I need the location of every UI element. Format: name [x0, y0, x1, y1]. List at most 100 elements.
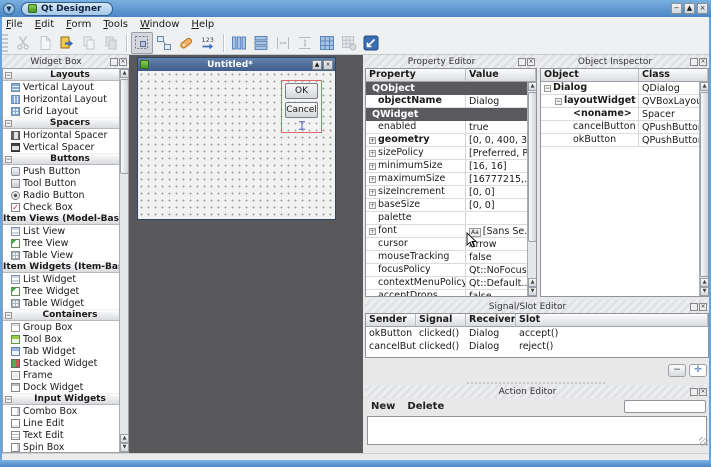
- object-row[interactable]: −DialogQDialog: [541, 82, 708, 95]
- collapse-icon[interactable]: −: [5, 120, 12, 127]
- column-header-property[interactable]: Property: [366, 69, 466, 82]
- close-icon[interactable]: ×: [697, 3, 708, 14]
- form-maximize-icon[interactable]: ▲: [312, 60, 322, 70]
- widget-item[interactable]: Grid Layout: [3, 105, 128, 117]
- scroll-thumb[interactable]: [700, 92, 709, 277]
- widget-item[interactable]: Tool Box: [3, 333, 128, 345]
- scroll-up-icon[interactable]: ▲: [120, 434, 129, 443]
- property-row[interactable]: palette: [366, 212, 536, 225]
- scroll-up-icon[interactable]: ▲: [528, 278, 537, 287]
- scroll-down-icon[interactable]: ▼: [700, 287, 709, 296]
- form-titlebar[interactable]: Untitled* ▲ ×: [138, 58, 335, 71]
- float-icon[interactable]: [690, 303, 698, 311]
- menu-file[interactable]: File: [2, 19, 31, 30]
- layout-splitter-vertical-icon[interactable]: [294, 32, 316, 54]
- adjust-size-icon[interactable]: [360, 32, 382, 54]
- property-row[interactable]: +maximumSize[16777215,...: [366, 173, 536, 186]
- expand-icon[interactable]: +: [369, 189, 376, 196]
- expand-icon[interactable]: +: [369, 150, 376, 157]
- property-row[interactable]: +sizeIncrement[0, 0]: [366, 186, 536, 199]
- expand-icon[interactable]: +: [369, 202, 376, 209]
- column-header-object[interactable]: Object: [541, 69, 639, 82]
- widget-item[interactable]: Tree Widget: [3, 285, 128, 297]
- connection-row[interactable]: okButton clicked() Dialog accept(): [366, 327, 708, 340]
- add-connection-icon[interactable]: ✛: [689, 364, 707, 377]
- menu-form[interactable]: Form: [62, 19, 99, 30]
- close-icon[interactable]: ×: [699, 388, 707, 396]
- widget-item[interactable]: Vertical Spacer: [3, 141, 128, 153]
- paste-icon[interactable]: [56, 32, 78, 54]
- delete-action-button[interactable]: Delete: [407, 401, 444, 412]
- category-input-widgets[interactable]: −Input Widgets: [3, 393, 128, 405]
- remove-connection-icon[interactable]: −: [668, 364, 686, 377]
- edit-buddies-icon[interactable]: [175, 32, 197, 54]
- window-title-pill[interactable]: Qt Designer: [21, 2, 113, 16]
- category-item-widgets[interactable]: Item Widgets (Item-Based): [3, 261, 128, 273]
- column-header-class[interactable]: Class: [639, 69, 708, 82]
- property-row[interactable]: acceptDropsfalse: [366, 290, 536, 297]
- widget-item[interactable]: Radio Button: [3, 189, 128, 201]
- widget-item[interactable]: Table Widget: [3, 297, 128, 309]
- float-icon[interactable]: [518, 58, 526, 66]
- scroll-thumb[interactable]: [120, 79, 129, 174]
- scroll-up-icon[interactable]: ▲: [700, 82, 709, 91]
- vertical-spacer-indicator[interactable]: [296, 121, 308, 130]
- scroll-down-icon[interactable]: ▼: [120, 443, 129, 452]
- minimize-icon[interactable]: −: [671, 3, 682, 14]
- new-action-button[interactable]: New: [371, 401, 395, 412]
- widget-item[interactable]: Dock Widget: [3, 381, 128, 393]
- widget-item[interactable]: Tree View: [3, 237, 128, 249]
- layout-horizontal-icon[interactable]: [228, 32, 250, 54]
- widget-item[interactable]: Combo Box: [3, 405, 128, 417]
- widget-item[interactable]: Spin Box: [3, 441, 128, 453]
- widget-item[interactable]: Text Edit: [3, 429, 128, 441]
- category-buttons[interactable]: −Buttons: [3, 153, 128, 165]
- expand-icon[interactable]: +: [369, 137, 376, 144]
- widget-item[interactable]: Frame: [3, 369, 128, 381]
- widget-item[interactable]: Table View: [3, 249, 128, 261]
- widget-item[interactable]: Horizontal Layout: [3, 93, 128, 105]
- toolbar-drag-handle[interactable]: [2, 34, 8, 52]
- layout-vertical-icon[interactable]: [250, 32, 272, 54]
- column-header-receiver[interactable]: Receiver: [466, 314, 516, 327]
- property-row[interactable]: +sizePolicy[Preferred, P...: [366, 147, 536, 160]
- float-icon[interactable]: [110, 58, 118, 66]
- object-row[interactable]: cancelButtonQPushButton: [541, 121, 708, 134]
- widget-item[interactable]: Vertical Layout: [3, 81, 128, 93]
- object-row[interactable]: −layoutWidgetQVBoxLayout: [541, 95, 708, 108]
- edit-widgets-icon[interactable]: [131, 32, 153, 54]
- widget-item[interactable]: Push Button: [3, 165, 128, 177]
- close-icon[interactable]: ×: [699, 303, 707, 311]
- widget-box-scrollbar[interactable]: ▲ ▲ ▼: [119, 69, 128, 452]
- category-spacers[interactable]: −Spacers: [3, 117, 128, 129]
- menu-help[interactable]: Help: [187, 19, 222, 30]
- widget-item[interactable]: Group Box: [3, 321, 128, 333]
- property-row[interactable]: cursorArrow: [366, 238, 536, 251]
- scroll-down-icon[interactable]: ▼: [528, 287, 537, 296]
- menu-window[interactable]: Window: [136, 19, 187, 30]
- connection-row[interactable]: cancelBut... clicked() Dialog reject(): [366, 340, 708, 353]
- action-filter-input[interactable]: [624, 400, 706, 413]
- resize-grip[interactable]: [699, 437, 708, 446]
- close-icon[interactable]: ×: [527, 58, 535, 66]
- expand-icon[interactable]: +: [369, 176, 376, 183]
- property-row[interactable]: focusPolicyQt::NoFocus: [366, 264, 536, 277]
- category-containers[interactable]: −Containers: [3, 309, 128, 321]
- column-header-signal[interactable]: Signal: [416, 314, 466, 327]
- layout-splitter-horizontal-icon[interactable]: [272, 32, 294, 54]
- category-layouts[interactable]: −Layouts: [3, 69, 128, 81]
- maximize-icon[interactable]: ▲: [684, 3, 695, 14]
- window-menu-button[interactable]: ▼: [3, 3, 15, 15]
- property-row[interactable]: +fontAa[Sans Se...: [366, 225, 536, 238]
- float-icon[interactable]: [690, 388, 698, 396]
- collapse-icon[interactable]: −: [5, 72, 12, 79]
- widget-item[interactable]: List Widget: [3, 273, 128, 285]
- close-icon[interactable]: ×: [699, 58, 707, 66]
- selected-vbox-layout[interactable]: OK Cancel: [281, 80, 322, 133]
- object-row[interactable]: <noname>Spacer: [541, 108, 708, 121]
- object-row[interactable]: okButtonQPushButton: [541, 134, 708, 147]
- widget-item[interactable]: List View: [3, 225, 128, 237]
- widget-item[interactable]: Tool Button: [3, 177, 128, 189]
- menu-tools[interactable]: Tools: [99, 19, 136, 30]
- float-icon[interactable]: [690, 58, 698, 66]
